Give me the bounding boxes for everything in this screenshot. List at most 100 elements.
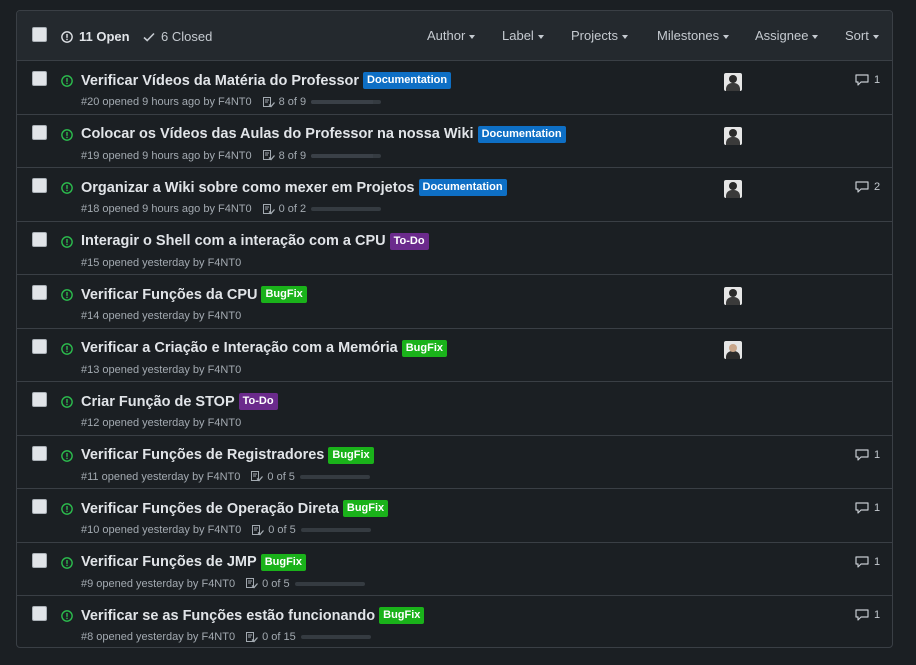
checklist-icon (246, 578, 259, 589)
comments-link[interactable]: 1 (855, 449, 880, 461)
issue-label[interactable]: Documentation (418, 179, 507, 196)
comments-link[interactable]: 1 (855, 609, 880, 621)
issue-rows: Verificar Vídeos da Matéria do Professor… (17, 61, 892, 647)
issue-label[interactable]: BugFix (342, 500, 389, 517)
issue-title-link[interactable]: Verificar Vídeos da Matéria do Professor (81, 73, 359, 89)
issue-title-link[interactable]: Verificar Funções de Registradores (81, 447, 324, 463)
issue-meta: #15 opened yesterday by F4NT0 (81, 257, 241, 269)
issue-row: Colocar os Vídeos das Aulas do Professor… (17, 115, 892, 168)
issue-checkbox[interactable] (32, 338, 47, 354)
issue-title-line: Verificar Vídeos da Matéria do Professor… (81, 72, 452, 89)
issue-title-link[interactable]: Colocar os Vídeos das Aulas do Professor… (81, 126, 474, 142)
issue-opened-info: #10 opened yesterday by F4NT0 (81, 524, 242, 536)
issue-title-link[interactable]: Verificar a Criação e Interação com a Me… (81, 340, 398, 356)
issue-opened-info: #19 opened 9 hours ago by F4NT0 (81, 149, 252, 162)
issue-label[interactable]: BugFix (328, 446, 374, 464)
issue-checkbox[interactable] (32, 552, 47, 568)
issue-checkbox[interactable] (32, 499, 47, 514)
milestones-filter[interactable]: Milestones (657, 28, 730, 43)
issue-meta: #8 opened yesterday by F4NT0 0 of 15 (81, 631, 371, 643)
assignee-avatar[interactable] (724, 287, 742, 305)
issue-checkbox[interactable] (32, 392, 47, 407)
issue-checkbox[interactable] (32, 285, 47, 300)
assignee-avatar[interactable] (724, 180, 742, 198)
issue-opened-info: #20 opened 9 hours ago by F4NT0 (81, 96, 252, 108)
assignee-avatar[interactable] (724, 126, 742, 145)
issue-title-link[interactable]: Criar Função de STOP (81, 394, 235, 410)
issue-title-link[interactable]: Verificar Funções da CPU (81, 287, 257, 303)
task-progress: 0 of 15 (246, 631, 371, 643)
comment-count: 1 (874, 609, 881, 621)
assignee-filter[interactable]: Assignee (755, 28, 819, 43)
issue-label[interactable]: Documentation (477, 125, 566, 143)
checklist-icon (262, 150, 275, 161)
issue-label[interactable]: BugFix (401, 339, 448, 357)
issue-label[interactable]: BugFix (261, 286, 307, 303)
label-filter[interactable]: Label (502, 28, 544, 43)
task-count: 8 of 9 (278, 149, 307, 162)
comment-icon (855, 74, 869, 86)
issue-label[interactable]: Documentation (363, 72, 452, 89)
issue-label[interactable]: To-Do (238, 393, 278, 410)
issue-opened-icon (61, 396, 73, 408)
issue-opened-icon (61, 556, 73, 569)
checklist-icon (252, 524, 265, 535)
issue-row: Verificar a Criação e Interação com a Me… (17, 329, 892, 382)
comments-link[interactable]: 2 (855, 181, 880, 193)
issue-title-link[interactable]: Verificar Funções de Operação Direta (81, 501, 339, 517)
issue-meta: #12 opened yesterday by F4NT0 (81, 417, 241, 429)
issue-title-line: Verificar se as Funções estão funcionand… (81, 607, 425, 624)
issue-opened-icon (61, 503, 73, 515)
task-progress-bar (294, 581, 365, 586)
caret-down-icon (469, 34, 476, 39)
issue-opened-info: #9 opened yesterday by F4NT0 (81, 577, 236, 590)
issue-title-link[interactable]: Verificar se as Funções estão funcionand… (81, 608, 375, 624)
author-filter[interactable]: Author (427, 28, 476, 43)
projects-filter[interactable]: Projects (571, 28, 628, 43)
task-progress-bar (300, 528, 371, 532)
caret-down-icon (812, 34, 819, 39)
issue-meta: #19 opened 9 hours ago by F4NT0 8 of 9 (81, 149, 382, 162)
comment-icon (855, 609, 869, 621)
issue-checkbox[interactable] (32, 178, 47, 193)
sort-filter-label: Sort (845, 28, 869, 43)
issue-opened-icon (61, 182, 73, 194)
assignee-avatar[interactable] (724, 73, 742, 91)
issue-checkbox[interactable] (32, 606, 47, 621)
issue-opened-icon (61, 610, 73, 622)
avatar-head (729, 182, 737, 190)
avatar-head (729, 128, 737, 137)
issue-meta: #9 opened yesterday by F4NT0 0 of 5 (81, 578, 365, 590)
issue-label[interactable]: BugFix (379, 607, 425, 624)
comments-link[interactable]: 1 (855, 556, 880, 568)
comments-link[interactable]: 1 (855, 502, 880, 514)
issue-row: Interagir o Shell com a interação com a … (17, 222, 892, 275)
comments-link[interactable]: 1 (855, 74, 880, 86)
issue-label[interactable]: BugFix (260, 553, 306, 571)
caret-down-icon (621, 34, 628, 39)
avatar-body (726, 136, 740, 145)
issue-title-line: Verificar a Criação e Interação com a Me… (81, 339, 448, 357)
issue-row: Verificar Vídeos da Matéria do Professor… (17, 61, 892, 115)
sort-filter[interactable]: Sort (845, 28, 879, 43)
issue-meta: #14 opened yesterday by F4NT0 (81, 310, 241, 322)
issue-opened-info: #18 opened 9 hours ago by F4NT0 (81, 203, 252, 215)
issue-title-line: Verificar Funções da CPU BugFix (81, 286, 307, 303)
issue-title-link[interactable]: Verificar Funções de JMP (81, 554, 257, 570)
filter-bar: Author Label Projects Milestones Assigne… (17, 28, 892, 44)
issue-checkbox[interactable] (32, 231, 47, 247)
issue-checkbox[interactable] (32, 71, 47, 86)
issue-title-link[interactable]: Interagir o Shell com a interação com a … (81, 233, 386, 249)
issue-row: Verificar Funções da CPU BugFix #14 opened… (17, 275, 892, 329)
issue-checkbox[interactable] (32, 445, 47, 461)
avatar-body (726, 190, 740, 198)
assignee-avatar[interactable] (724, 340, 742, 359)
comment-icon (855, 502, 869, 514)
issue-title-link[interactable]: Organizar a Wiki sobre como mexer em Pro… (81, 180, 415, 196)
issue-opened-info: #8 opened yesterday by F4NT0 (81, 631, 236, 643)
comment-count: 2 (874, 181, 881, 193)
comment-icon (855, 181, 869, 193)
avatar-body (726, 83, 740, 91)
issue-checkbox[interactable] (32, 124, 47, 140)
issue-label[interactable]: To-Do (389, 232, 429, 250)
